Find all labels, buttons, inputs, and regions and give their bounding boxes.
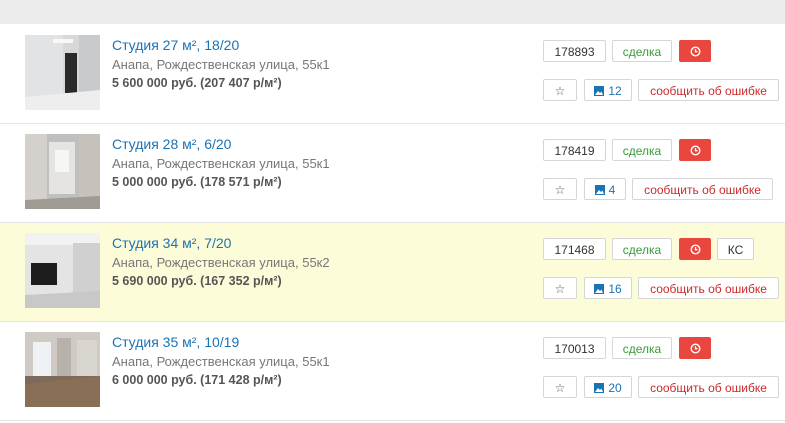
favorite-button[interactable]: ☆ (543, 277, 577, 299)
photos-button[interactable]: 12 (584, 79, 632, 101)
listing-title-link[interactable]: Студия 34 м², 7/20 (112, 235, 231, 251)
listing-photo[interactable] (25, 134, 100, 209)
report-error-button[interactable]: сообщить об ошибке (638, 376, 779, 398)
listing-address: Анапа, Рождественская улица, 55к1 (112, 354, 330, 369)
clock-button[interactable] (679, 40, 711, 62)
listing-address: Анапа, Рождественская улица, 55к1 (112, 156, 330, 171)
favorite-button[interactable]: ☆ (543, 376, 577, 398)
photo-count: 20 (608, 381, 622, 395)
image-icon (594, 284, 605, 294)
status-deal-badge[interactable]: сделка (612, 139, 672, 161)
star-icon: ☆ (554, 183, 566, 197)
listing-photo[interactable] (25, 332, 100, 407)
favorite-button[interactable]: ☆ (543, 178, 577, 200)
clock-icon (689, 145, 701, 156)
listing-row: Студия 35 м², 10/19 Анапа, Рождественска… (0, 322, 785, 421)
listing-title-link[interactable]: Студия 28 м², 6/20 (112, 136, 231, 152)
listing-id-badge: 178893 (543, 40, 606, 62)
clock-icon (689, 343, 701, 354)
photo-count: 12 (608, 84, 622, 98)
photo-count: 4 (608, 183, 616, 197)
clock-icon (689, 244, 701, 255)
star-icon: ☆ (554, 381, 566, 395)
star-icon: ☆ (554, 84, 566, 98)
report-error-button[interactable]: сообщить об ошибке (632, 178, 773, 200)
favorite-button[interactable]: ☆ (543, 79, 577, 101)
listing-address: Анапа, Рождественская улица, 55к2 (112, 255, 330, 270)
image-icon (594, 185, 605, 195)
status-deal-badge[interactable]: сделка (612, 337, 672, 359)
listing-price: 5 600 000 руб. (207 407 р/м²) (112, 76, 282, 90)
listing-id-badge: 178419 (543, 139, 606, 161)
photos-button[interactable]: 4 (584, 178, 626, 200)
listing-row-highlighted: Студия 34 м², 7/20 Анапа, Рождественская… (0, 223, 785, 322)
listing-row: Студия 28 м², 6/20 Анапа, Рождественская… (0, 124, 785, 223)
listing-photo[interactable] (25, 233, 100, 308)
listing-id-badge: 170013 (543, 337, 606, 359)
clock-button[interactable] (679, 337, 711, 359)
listing-title-link[interactable]: Студия 35 м², 10/19 (112, 334, 239, 350)
clock-icon (689, 46, 701, 57)
listing-photo[interactable] (25, 35, 100, 110)
status-deal-badge[interactable]: сделка (612, 40, 672, 62)
listing-address: Анапа, Рождественская улица, 55к1 (112, 57, 330, 72)
report-error-button[interactable]: сообщить об ошибке (638, 277, 779, 299)
listing-id-badge: 171468 (543, 238, 606, 260)
status-deal-badge[interactable]: сделка (612, 238, 672, 260)
ks-tag-badge[interactable]: КС (717, 238, 754, 260)
report-error-button[interactable]: сообщить об ошибке (638, 79, 779, 101)
listing-price: 5 690 000 руб. (167 352 р/м²) (112, 274, 282, 288)
photo-count: 16 (608, 282, 622, 296)
image-icon (594, 383, 605, 393)
listing-price: 5 000 000 руб. (178 571 р/м²) (112, 175, 282, 189)
listing-title-link[interactable]: Студия 27 м², 18/20 (112, 37, 239, 53)
top-bar (0, 0, 785, 24)
photos-button[interactable]: 16 (584, 277, 632, 299)
listing-row: Студия 27 м², 18/20 Анапа, Рождественска… (0, 25, 785, 124)
star-icon: ☆ (554, 282, 566, 296)
photos-button[interactable]: 20 (584, 376, 632, 398)
clock-button[interactable] (679, 238, 711, 260)
clock-button[interactable] (679, 139, 711, 161)
listing-price: 6 000 000 руб. (171 428 р/м²) (112, 373, 282, 387)
image-icon (594, 86, 605, 96)
